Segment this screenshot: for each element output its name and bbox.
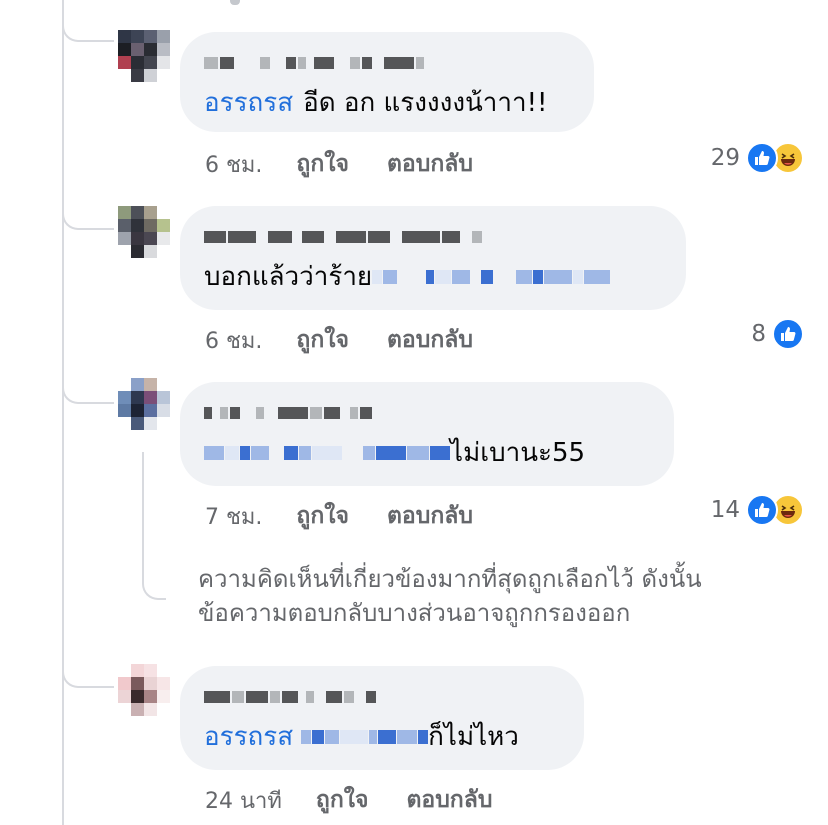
notice-line-2: ข้อความตอบกลับบางส่วนอาจถูกกรองออก xyxy=(198,599,631,627)
comment-bubble: อรรถรส อีด อก แรงงงงน้าาา!! xyxy=(180,32,594,132)
reaction-summary[interactable]: 14 xyxy=(711,494,804,526)
like-button[interactable]: ถูกใจ xyxy=(296,322,349,358)
thread-connector xyxy=(62,0,114,42)
like-icon xyxy=(746,142,778,174)
reply-button[interactable]: ตอบกลับ xyxy=(387,146,473,182)
thread-line xyxy=(62,0,64,825)
like-button[interactable]: ถูกใจ xyxy=(296,498,349,534)
comment-actions: 24 นาที ถูกใจ ตอบกลับ xyxy=(205,782,492,818)
comment-text: บอกแล้วว่าร้าย xyxy=(204,260,662,294)
avatar[interactable] xyxy=(118,664,170,716)
author-name-blurred[interactable] xyxy=(204,224,662,250)
comment-text: ไม่เบานะ55 xyxy=(204,436,650,470)
comment-bubble: อรรถรส ก็ไม่ไหว xyxy=(180,666,584,770)
mention-blurred[interactable] xyxy=(372,267,611,287)
author-name-blurred[interactable] xyxy=(204,684,560,710)
reply-button[interactable]: ตอบกลับ xyxy=(387,322,473,358)
like-icon xyxy=(772,318,804,350)
reaction-summary[interactable]: 8 xyxy=(751,318,804,350)
avatar[interactable] xyxy=(118,206,170,258)
comment-bubble: บอกแล้วว่าร้าย xyxy=(180,206,686,310)
comment-body: ก็ไม่ไหว xyxy=(428,722,519,752)
like-icon xyxy=(746,494,778,526)
filtered-replies-notice: ความคิดเห็นที่เกี่ยวข้องมากที่สุดถูกเลือ… xyxy=(198,562,798,630)
mention-blurred[interactable] xyxy=(204,443,450,463)
thread-connector xyxy=(62,364,114,404)
author-name-blurred[interactable] xyxy=(204,50,570,76)
thread-connector xyxy=(62,648,114,688)
comment-body: ไม่เบานะ55 xyxy=(450,438,586,468)
timestamp[interactable]: 24 นาที xyxy=(205,783,282,818)
timestamp[interactable]: 6 ชม. xyxy=(205,323,262,358)
like-button[interactable]: ถูกใจ xyxy=(316,782,369,818)
like-button[interactable]: ถูกใจ xyxy=(296,146,349,182)
cropped-text-fragment xyxy=(228,0,248,6)
mention-blurred[interactable] xyxy=(301,727,429,747)
comment-text: อรรถรส อีด อก แรงงงงน้าาา!! xyxy=(204,86,570,120)
avatar[interactable] xyxy=(118,30,170,82)
notice-line-1: ความคิดเห็นที่เกี่ยวข้องมากที่สุดถูกเลือ… xyxy=(198,565,702,593)
comment-actions: 6 ชม. ถูกใจ ตอบกลับ xyxy=(205,146,473,182)
comment-text: อรรถรส ก็ไม่ไหว xyxy=(204,720,560,754)
reply-button[interactable]: ตอบกลับ xyxy=(406,782,492,818)
comment-actions: 6 ชม. ถูกใจ ตอบกลับ xyxy=(205,322,473,358)
comment-body: บอกแล้วว่าร้าย xyxy=(204,262,373,292)
timestamp[interactable]: 7 ชม. xyxy=(205,499,262,534)
author-name-blurred[interactable] xyxy=(204,400,650,426)
reaction-count: 8 xyxy=(751,321,766,347)
reaction-count: 14 xyxy=(710,497,740,523)
reply-thread-connector xyxy=(142,560,166,600)
comment-bubble: ไม่เบานะ55 xyxy=(180,382,674,486)
mention-link[interactable]: อรรถรส xyxy=(204,720,293,754)
mention-link[interactable]: อรรถรส xyxy=(204,86,293,120)
comment-actions: 7 ชม. ถูกใจ ตอบกลับ xyxy=(205,498,473,534)
reply-button[interactable]: ตอบกลับ xyxy=(387,498,473,534)
reaction-summary[interactable]: 29 xyxy=(711,142,804,174)
avatar[interactable] xyxy=(118,378,170,430)
reaction-count: 29 xyxy=(710,145,740,171)
comment-body: อีด อก แรงงงงน้าาา!! xyxy=(303,88,548,118)
timestamp[interactable]: 6 ชม. xyxy=(205,147,262,182)
thread-connector xyxy=(62,190,114,230)
